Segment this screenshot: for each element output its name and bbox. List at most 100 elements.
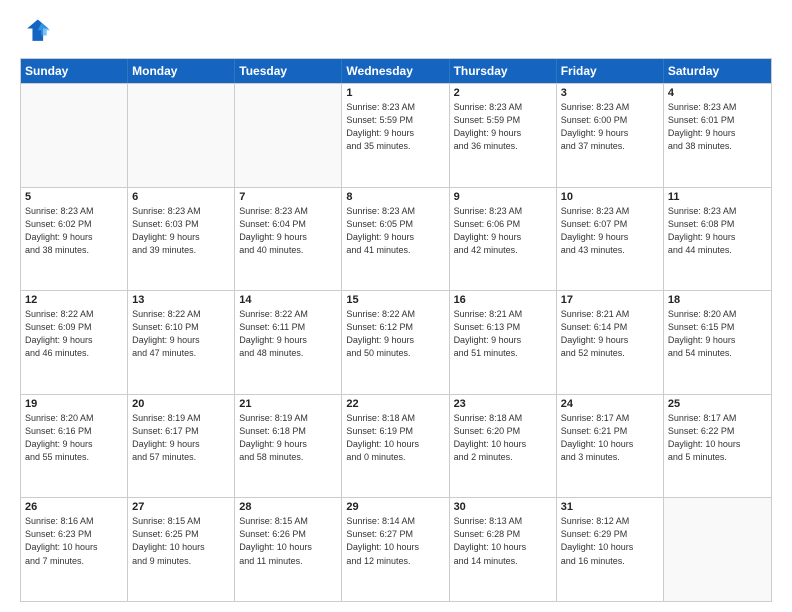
cal-week-1: 1 Sunrise: 8:23 AM Sunset: 5:59 PM Daylig…	[21, 83, 771, 187]
day-info: Sunrise: 8:23 AM Sunset: 6:06 PM Dayligh…	[454, 205, 552, 257]
day-number: 19	[25, 398, 123, 410]
day-info: Sunrise: 8:20 AM Sunset: 6:15 PM Dayligh…	[668, 308, 767, 360]
cal-cell	[664, 498, 771, 601]
cal-cell: 29 Sunrise: 8:14 AM Sunset: 6:27 PM Dayli…	[342, 498, 449, 601]
calendar: SundayMondayTuesdayWednesdayThursdayFrid…	[20, 58, 772, 602]
day-info: Sunrise: 8:23 AM Sunset: 6:04 PM Dayligh…	[239, 205, 337, 257]
day-info: Sunrise: 8:15 AM Sunset: 6:26 PM Dayligh…	[239, 515, 337, 567]
cal-cell: 3 Sunrise: 8:23 AM Sunset: 6:00 PM Daylig…	[557, 84, 664, 187]
day-info: Sunrise: 8:14 AM Sunset: 6:27 PM Dayligh…	[346, 515, 444, 567]
cal-cell: 11 Sunrise: 8:23 AM Sunset: 6:08 PM Dayli…	[664, 188, 771, 291]
day-info: Sunrise: 8:18 AM Sunset: 6:19 PM Dayligh…	[346, 412, 444, 464]
calendar-header: SundayMondayTuesdayWednesdayThursdayFrid…	[21, 59, 771, 83]
cal-cell: 23Sunrise: 8:18 AM Sunset: 6:20 PM Dayli…	[450, 395, 557, 498]
day-number: 2	[454, 87, 552, 99]
cal-header-sunday: Sunday	[21, 59, 128, 83]
cal-header-wednesday: Wednesday	[342, 59, 449, 83]
cal-cell: 17 Sunrise: 8:21 AM Sunset: 6:14 PM Dayli…	[557, 291, 664, 394]
day-info: Sunrise: 8:16 AM Sunset: 6:23 PM Dayligh…	[25, 515, 123, 567]
day-number: 5	[25, 191, 123, 203]
day-number: 11	[668, 191, 767, 203]
cal-cell: 8 Sunrise: 8:23 AM Sunset: 6:05 PM Daylig…	[342, 188, 449, 291]
calendar-body: 1 Sunrise: 8:23 AM Sunset: 5:59 PM Daylig…	[21, 83, 771, 601]
cal-cell	[235, 84, 342, 187]
day-number: 17	[561, 294, 659, 306]
cal-cell: 16 Sunrise: 8:21 AM Sunset: 6:13 PM Dayli…	[450, 291, 557, 394]
day-info: Sunrise: 8:19 AM Sunset: 6:17 PM Dayligh…	[132, 412, 230, 464]
cal-cell: 18 Sunrise: 8:20 AM Sunset: 6:15 PM Dayli…	[664, 291, 771, 394]
day-number: 16	[454, 294, 552, 306]
day-number: 6	[132, 191, 230, 203]
cal-cell: 27Sunrise: 8:15 AM Sunset: 6:25 PM Dayli…	[128, 498, 235, 601]
day-info: Sunrise: 8:23 AM Sunset: 6:07 PM Dayligh…	[561, 205, 659, 257]
day-number: 1	[346, 87, 444, 99]
cal-cell: 21 Sunrise: 8:19 AM Sunset: 6:18 PM Dayli…	[235, 395, 342, 498]
cal-cell: 20 Sunrise: 8:19 AM Sunset: 6:17 PM Dayli…	[128, 395, 235, 498]
day-number: 10	[561, 191, 659, 203]
cal-cell: 7 Sunrise: 8:23 AM Sunset: 6:04 PM Daylig…	[235, 188, 342, 291]
day-info: Sunrise: 8:13 AM Sunset: 6:28 PM Dayligh…	[454, 515, 552, 567]
day-number: 21	[239, 398, 337, 410]
day-info: Sunrise: 8:18 AM Sunset: 6:20 PM Dayligh…	[454, 412, 552, 464]
day-number: 29	[346, 501, 444, 513]
day-info: Sunrise: 8:23 AM Sunset: 6:05 PM Dayligh…	[346, 205, 444, 257]
day-info: Sunrise: 8:22 AM Sunset: 6:12 PM Dayligh…	[346, 308, 444, 360]
cal-cell: 19Sunrise: 8:20 AM Sunset: 6:16 PM Dayli…	[21, 395, 128, 498]
cal-cell: 31 Sunrise: 8:12 AM Sunset: 6:29 PM Dayli…	[557, 498, 664, 601]
day-number: 18	[668, 294, 767, 306]
cal-header-tuesday: Tuesday	[235, 59, 342, 83]
day-info: Sunrise: 8:19 AM Sunset: 6:18 PM Dayligh…	[239, 412, 337, 464]
cal-cell	[21, 84, 128, 187]
cal-cell: 4 Sunrise: 8:23 AM Sunset: 6:01 PM Daylig…	[664, 84, 771, 187]
cal-cell: 12Sunrise: 8:22 AM Sunset: 6:09 PM Dayli…	[21, 291, 128, 394]
cal-header-saturday: Saturday	[664, 59, 771, 83]
cal-cell: 30 Sunrise: 8:13 AM Sunset: 6:28 PM Dayli…	[450, 498, 557, 601]
day-info: Sunrise: 8:21 AM Sunset: 6:14 PM Dayligh…	[561, 308, 659, 360]
cal-cell: 24Sunrise: 8:17 AM Sunset: 6:21 PM Dayli…	[557, 395, 664, 498]
cal-week-3: 12Sunrise: 8:22 AM Sunset: 6:09 PM Dayli…	[21, 290, 771, 394]
day-number: 20	[132, 398, 230, 410]
page-header	[20, 16, 772, 48]
cal-week-4: 19Sunrise: 8:20 AM Sunset: 6:16 PM Dayli…	[21, 394, 771, 498]
day-info: Sunrise: 8:23 AM Sunset: 5:59 PM Dayligh…	[454, 101, 552, 153]
cal-cell: 26 Sunrise: 8:16 AM Sunset: 6:23 PM Dayli…	[21, 498, 128, 601]
cal-week-5: 26 Sunrise: 8:16 AM Sunset: 6:23 PM Dayli…	[21, 497, 771, 601]
day-info: Sunrise: 8:21 AM Sunset: 6:13 PM Dayligh…	[454, 308, 552, 360]
cal-cell: 2 Sunrise: 8:23 AM Sunset: 5:59 PM Daylig…	[450, 84, 557, 187]
cal-cell: 15 Sunrise: 8:22 AM Sunset: 6:12 PM Dayli…	[342, 291, 449, 394]
day-number: 28	[239, 501, 337, 513]
cal-header-monday: Monday	[128, 59, 235, 83]
day-info: Sunrise: 8:23 AM Sunset: 6:01 PM Dayligh…	[668, 101, 767, 153]
day-number: 15	[346, 294, 444, 306]
day-number: 26	[25, 501, 123, 513]
day-number: 8	[346, 191, 444, 203]
cal-header-thursday: Thursday	[450, 59, 557, 83]
cal-cell: 22 Sunrise: 8:18 AM Sunset: 6:19 PM Dayli…	[342, 395, 449, 498]
cal-week-2: 5 Sunrise: 8:23 AM Sunset: 6:02 PM Daylig…	[21, 187, 771, 291]
day-number: 30	[454, 501, 552, 513]
day-number: 9	[454, 191, 552, 203]
cal-cell: 9 Sunrise: 8:23 AM Sunset: 6:06 PM Daylig…	[450, 188, 557, 291]
day-number: 31	[561, 501, 659, 513]
day-info: Sunrise: 8:17 AM Sunset: 6:21 PM Dayligh…	[561, 412, 659, 464]
cal-cell: 28 Sunrise: 8:15 AM Sunset: 6:26 PM Dayli…	[235, 498, 342, 601]
day-number: 4	[668, 87, 767, 99]
day-number: 7	[239, 191, 337, 203]
cal-cell: 5 Sunrise: 8:23 AM Sunset: 6:02 PM Daylig…	[21, 188, 128, 291]
day-number: 13	[132, 294, 230, 306]
day-number: 22	[346, 398, 444, 410]
day-info: Sunrise: 8:12 AM Sunset: 6:29 PM Dayligh…	[561, 515, 659, 567]
cal-cell: 25Sunrise: 8:17 AM Sunset: 6:22 PM Dayli…	[664, 395, 771, 498]
day-info: Sunrise: 8:17 AM Sunset: 6:22 PM Dayligh…	[668, 412, 767, 464]
cal-cell: 6Sunrise: 8:23 AM Sunset: 6:03 PM Daylig…	[128, 188, 235, 291]
day-info: Sunrise: 8:23 AM Sunset: 6:08 PM Dayligh…	[668, 205, 767, 257]
day-number: 12	[25, 294, 123, 306]
cal-cell: 1Sunrise: 8:23 AM Sunset: 5:59 PM Daylig…	[342, 84, 449, 187]
cal-cell: 14Sunrise: 8:22 AM Sunset: 6:11 PM Dayli…	[235, 291, 342, 394]
day-number: 3	[561, 87, 659, 99]
day-info: Sunrise: 8:22 AM Sunset: 6:11 PM Dayligh…	[239, 308, 337, 360]
day-info: Sunrise: 8:23 AM Sunset: 6:02 PM Dayligh…	[25, 205, 123, 257]
day-number: 27	[132, 501, 230, 513]
day-info: Sunrise: 8:23 AM Sunset: 6:00 PM Dayligh…	[561, 101, 659, 153]
cal-cell: 10 Sunrise: 8:23 AM Sunset: 6:07 PM Dayli…	[557, 188, 664, 291]
